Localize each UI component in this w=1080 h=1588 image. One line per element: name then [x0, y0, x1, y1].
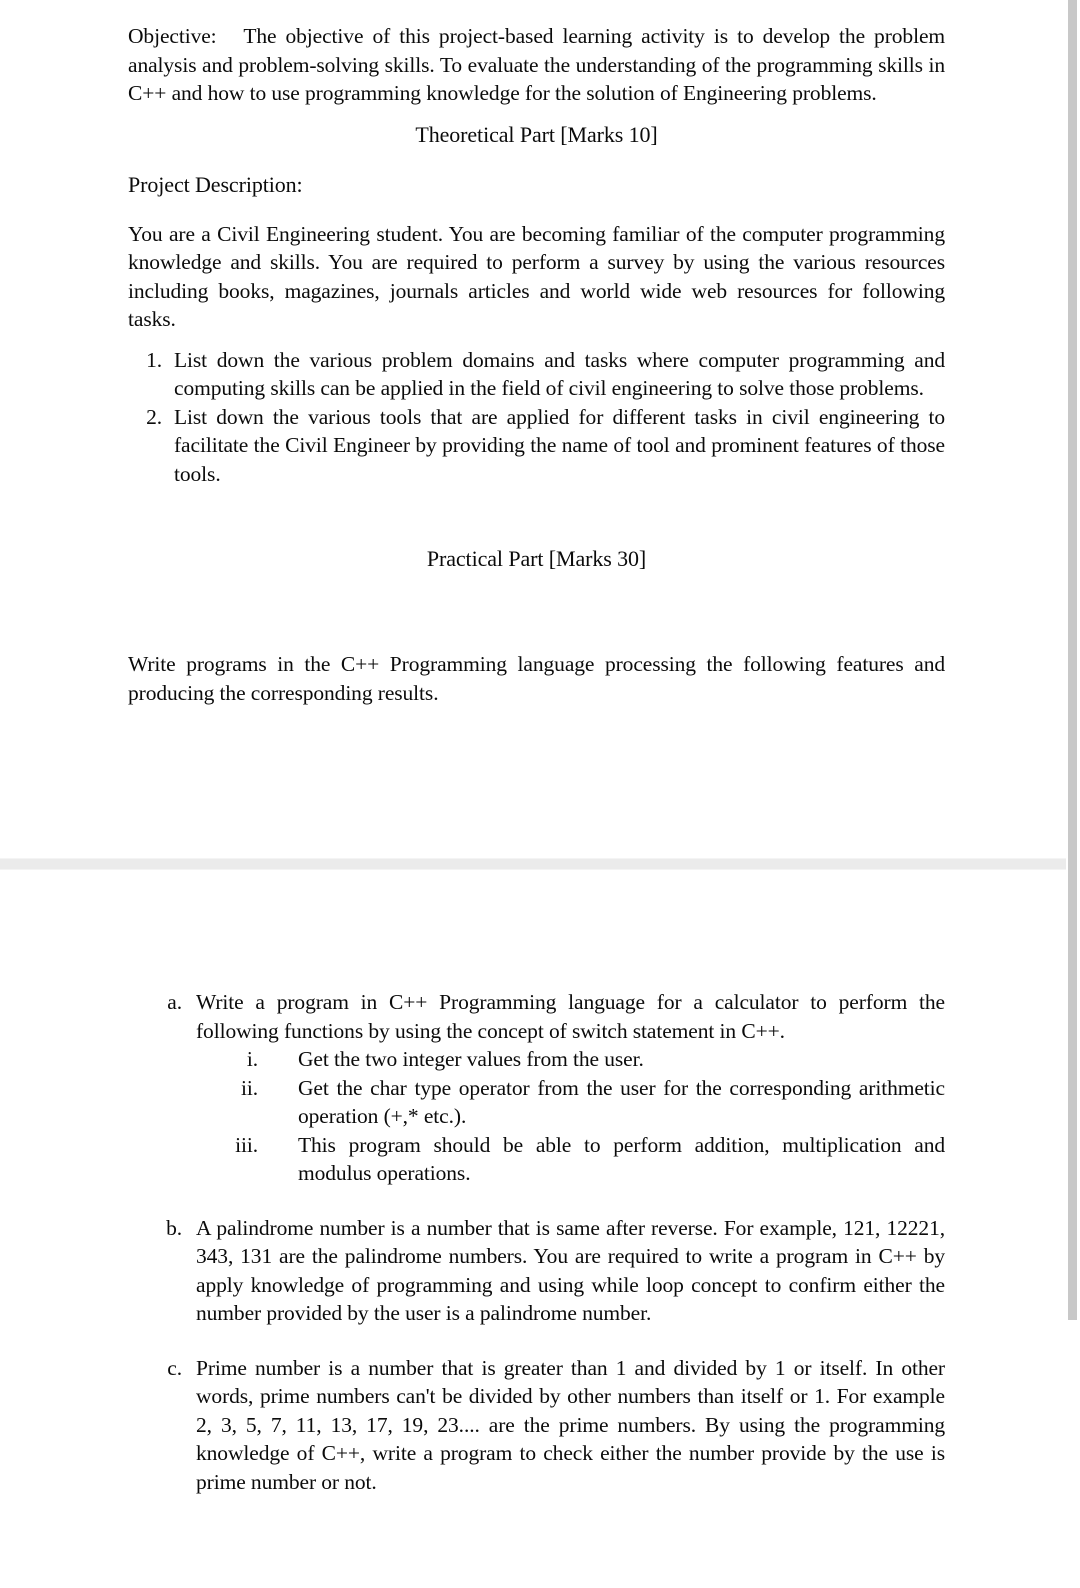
document-page-2: a. Write a program in C++ Programming la…	[0, 870, 1080, 1588]
list-marker: ii.	[240, 1075, 258, 1100]
list-item: iii. This program should be able to perf…	[196, 1131, 945, 1188]
list-item-text: Write a program in C++ Programming langu…	[196, 990, 945, 1043]
list-spacer	[152, 1328, 945, 1354]
list-item-text: Prime number is a number that is greater…	[196, 1355, 945, 1494]
list-marker: iii.	[235, 1132, 258, 1157]
list-item: 2. List down the various tools that are …	[128, 403, 945, 489]
list-marker: b.	[166, 1215, 182, 1240]
list-item-text: Get the two integer values from the user…	[298, 1047, 644, 1071]
theoretical-part-heading: Theoretical Part [Marks 10]	[415, 121, 658, 147]
practical-intro-paragraph: Write programs in the C++ Programming la…	[128, 652, 945, 705]
list-item: 1. List down the various problem domains…	[128, 346, 945, 403]
objective-label: Objective:	[128, 24, 217, 48]
list-item-text: List down the various tools that are app…	[174, 404, 945, 486]
scrollbar-thumb[interactable]	[1068, 0, 1077, 1320]
document-viewer[interactable]: Objective: The objective of this project…	[0, 0, 1080, 1588]
list-item-text: This program should be able to perform a…	[298, 1132, 945, 1186]
practical-task-list: a. Write a program in C++ Programming la…	[152, 988, 945, 1496]
list-item: ii. Get the char type operator from the …	[196, 1074, 945, 1131]
list-marker: 2.	[146, 404, 162, 429]
objective-text: The objective of this project-based lear…	[128, 24, 946, 105]
vertical-scrollbar[interactable]	[1066, 0, 1080, 1588]
list-spacer	[152, 1188, 945, 1214]
list-marker: a.	[167, 990, 182, 1014]
list-marker: c.	[167, 1355, 182, 1380]
list-item-text: A palindrome number is a number that is …	[196, 1215, 945, 1326]
project-description-paragraph: You are a Civil Engineering student. You…	[128, 221, 945, 332]
objective-paragraph: Objective: The objective of this project…	[128, 22, 945, 108]
list-item-text: Get the char type operator from the user…	[298, 1075, 945, 1129]
list-item: b. A palindrome number is a number that …	[152, 1214, 945, 1328]
document-page-1: Objective: The objective of this project…	[0, 0, 1080, 858]
page-separator	[0, 858, 1080, 870]
list-item-text: List down the various problem domains an…	[174, 347, 945, 401]
list-item: c. Prime number is a number that is grea…	[152, 1354, 945, 1497]
theoretical-task-list: 1. List down the various problem domains…	[128, 346, 945, 489]
list-item: i. Get the two integer values from the u…	[196, 1045, 945, 1074]
project-description-heading: Project Description:	[128, 171, 303, 197]
list-item: a. Write a program in C++ Programming la…	[152, 988, 945, 1188]
practical-part-heading: Practical Part [Marks 30]	[426, 546, 647, 571]
list-marker: i.	[246, 1047, 258, 1071]
calculator-subtask-list: i. Get the two integer values from the u…	[196, 1045, 945, 1188]
list-marker: 1.	[146, 347, 162, 372]
